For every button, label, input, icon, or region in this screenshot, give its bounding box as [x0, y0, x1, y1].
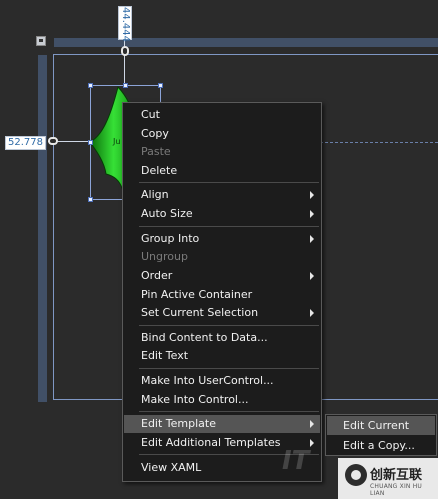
top-margin-pin-icon[interactable]: [121, 46, 129, 56]
submenu-arrow-icon: [310, 420, 314, 428]
submenu-arrow-icon: [310, 439, 314, 447]
menu-separator: [139, 226, 319, 227]
menu-item-auto-size[interactable]: Auto Size: [124, 205, 320, 223]
menu-item-copy[interactable]: Copy: [124, 125, 320, 143]
edit-template-submenu: Edit Current Edit a Copy...: [325, 414, 437, 456]
menu-item-make-usercontrol[interactable]: Make Into UserControl...: [124, 372, 320, 390]
menu-item-delete[interactable]: Delete: [124, 162, 320, 180]
menu-item-order[interactable]: Order: [124, 267, 320, 285]
menu-item-cut[interactable]: Cut: [124, 106, 320, 124]
menu-item-ungroup: Ungroup: [141, 250, 188, 263]
menu-item-align[interactable]: Align: [124, 186, 320, 204]
menu-item-set-current-selection[interactable]: Set Current Selection: [124, 304, 320, 322]
top-ruler: [54, 38, 438, 47]
resize-handle-w[interactable]: [88, 140, 93, 145]
submenu-arrow-icon: [310, 272, 314, 280]
menu-item-bind-content[interactable]: Bind Content to Data...: [124, 329, 320, 347]
resize-handle-n[interactable]: [123, 83, 128, 88]
menu-separator: [139, 368, 319, 369]
watermark-brand: 创新互联: [370, 468, 423, 483]
resize-handle-ne[interactable]: [158, 83, 163, 88]
submenu-item-edit-current[interactable]: Edit Current: [327, 416, 435, 435]
menu-item-edit-template[interactable]: Edit Template: [124, 415, 320, 433]
submenu-arrow-icon: [310, 235, 314, 243]
resize-handle-sw[interactable]: [88, 197, 93, 202]
menu-item-group-into[interactable]: Group Into: [124, 230, 320, 248]
resize-handle-nw[interactable]: [88, 83, 93, 88]
left-margin-pin-icon[interactable]: [48, 137, 58, 145]
menu-separator: [139, 325, 319, 326]
menu-item-pin-active-container[interactable]: Pin Active Container: [124, 286, 320, 304]
watermark-it-mark: IT: [282, 446, 310, 476]
height-measure-label: 44.444: [118, 6, 132, 42]
watermark-tagline: CHUANG XIN HU LIAN: [370, 483, 423, 497]
menu-separator: [139, 182, 319, 183]
grid-toggle-icon[interactable]: [36, 36, 46, 46]
watermark-logo-icon: [345, 464, 367, 486]
alignment-guide: [320, 142, 438, 143]
submenu-arrow-icon: [310, 309, 314, 317]
menu-item-paste: Paste: [141, 145, 171, 158]
context-menu: Cut Copy Paste Delete Align Auto Size Gr…: [122, 102, 322, 482]
submenu-item-edit-a-copy[interactable]: Edit a Copy...: [327, 436, 435, 455]
submenu-arrow-icon: [310, 210, 314, 218]
menu-item-edit-text[interactable]: Edit Text: [124, 347, 320, 365]
menu-item-make-control[interactable]: Make Into Control...: [124, 391, 320, 409]
left-measure-label: 52.778: [5, 136, 46, 150]
menu-separator: [139, 411, 319, 412]
submenu-arrow-icon: [310, 191, 314, 199]
left-ruler: [38, 55, 47, 402]
